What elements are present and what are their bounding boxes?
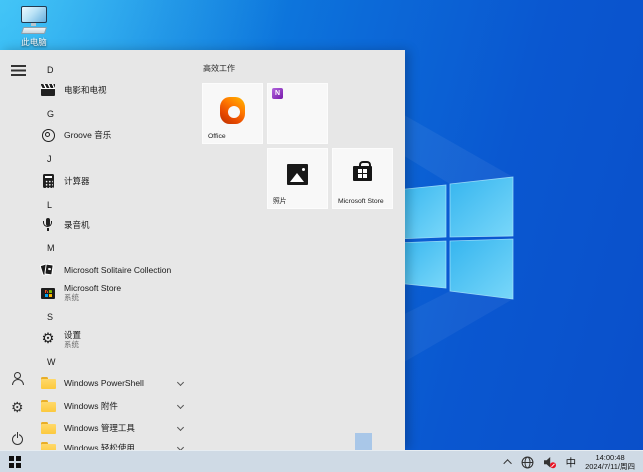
section-letter-d[interactable]: D (36, 59, 202, 81)
app-item-groove-music[interactable]: Groove 音乐 (36, 124, 202, 146)
groove-music-icon (41, 128, 55, 142)
desktop: 此电脑 ⚙ D 电影和电视 G Groove 音乐 J 计算器 L 录音机 M … (0, 0, 643, 472)
chevron-down-icon[interactable] (176, 378, 185, 387)
app-item-settings[interactable]: ⚙ 设置 系统 (36, 324, 202, 354)
section-letter-label: M (47, 243, 55, 253)
app-item-windows-admin-tools[interactable]: Windows 管理工具 (36, 417, 202, 439)
system-tray: 中 14:00:48 2024/7/11/周四 (502, 451, 635, 472)
section-letter-label: W (47, 357, 56, 367)
tile-office[interactable]: Office (202, 83, 263, 144)
app-item-label: Windows 轻松使用 (64, 443, 135, 450)
app-item-calculator[interactable]: 计算器 (36, 170, 202, 192)
app-item-sublabel: 系统 (64, 292, 79, 302)
calculator-icon (42, 174, 54, 188)
chevron-up-icon[interactable] (502, 459, 512, 468)
app-item-label: Windows 附件 (64, 401, 118, 411)
windows-logo-icon (9, 456, 21, 468)
solitaire-cards-icon (39, 262, 56, 278)
start-menu-app-list: D 电影和电视 G Groove 音乐 J 计算器 L 录音机 M Micros… (36, 50, 202, 450)
tile-group-title[interactable]: 高效工作 (203, 63, 235, 74)
tile-label: Microsoft Store (338, 198, 384, 205)
tile-label: 照片 (273, 198, 287, 205)
app-item-label: Windows PowerShell (64, 378, 144, 388)
taskbar-clock[interactable]: 14:00:48 2024/7/11/周四 (585, 453, 635, 471)
photos-icon (287, 164, 308, 185)
app-item-label: 录音机 (64, 220, 90, 230)
section-letter-j[interactable]: J (36, 148, 202, 170)
app-item-windows-powershell[interactable]: Windows PowerShell (36, 372, 202, 394)
clock-date: 2024/7/11/周四 (585, 462, 635, 471)
folder-icon (40, 422, 56, 434)
section-letter-label: J (47, 154, 52, 164)
this-pc-keyboard-icon (20, 27, 48, 34)
folder-icon (40, 377, 56, 389)
app-item-microsoft-store[interactable]: Microsoft Store 系统 (36, 277, 202, 307)
section-letter-l[interactable]: L (36, 194, 202, 216)
start-menu-rail: ⚙ (0, 50, 36, 450)
this-pc-icon (21, 6, 47, 26)
start-button[interactable] (0, 451, 30, 472)
office-logo-icon (220, 97, 245, 124)
taskbar: 中 14:00:48 2024/7/11/周四 (0, 450, 643, 472)
app-item-label: Groove 音乐 (64, 130, 112, 140)
desktop-icon-this-pc[interactable]: 此电脑 (10, 6, 58, 48)
app-item-windows-ease-of-access[interactable]: Windows 轻松使用 (36, 437, 202, 450)
section-letter-g[interactable]: G (36, 103, 202, 125)
app-item-label: 电影和电视 (64, 85, 107, 95)
section-letter-w[interactable]: W (36, 351, 202, 373)
store-bag-color-icon (41, 288, 55, 299)
ime-indicator[interactable]: 中 (566, 455, 577, 470)
power-icon[interactable] (11, 432, 23, 445)
app-item-label: Microsoft Solitaire Collection (64, 265, 172, 275)
section-letter-m[interactable]: M (36, 237, 202, 259)
settings-gear-icon: ⚙ (41, 331, 55, 347)
tile-label: Office (208, 133, 226, 140)
clock-time: 14:00:48 (595, 453, 625, 462)
chevron-down-icon[interactable] (176, 401, 185, 410)
folder-icon (40, 400, 56, 412)
chevron-down-icon[interactable] (176, 423, 185, 432)
speaker-muted-icon[interactable] (543, 456, 557, 469)
tile-microsoft-store[interactable]: Microsoft Store (332, 148, 393, 209)
app-item-voice-recorder[interactable]: 录音机 (36, 214, 202, 236)
section-letter-label: D (47, 65, 54, 75)
section-letter-label: G (47, 109, 55, 119)
gear-icon[interactable]: ⚙ (11, 400, 24, 414)
movies-tv-icon (41, 84, 55, 96)
app-item-label: 计算器 (64, 176, 90, 186)
section-letter-label: L (47, 200, 53, 210)
folder-icon (40, 442, 56, 450)
user-icon[interactable] (11, 372, 24, 385)
app-item-label: Microsoft Store (64, 282, 122, 293)
tile-onenote[interactable]: N (267, 83, 328, 144)
app-item-sublabel: 系统 (64, 339, 79, 349)
section-letter-label: S (47, 312, 54, 322)
app-item-movies-tv[interactable]: 电影和电视 (36, 79, 202, 101)
voice-recorder-icon (40, 217, 56, 233)
app-item-windows-accessories[interactable]: Windows 附件 (36, 395, 202, 417)
app-item-label: Windows 管理工具 (64, 423, 135, 433)
tile-photos[interactable]: 照片 (267, 148, 328, 209)
start-menu: ⚙ D 电影和电视 G Groove 音乐 J 计算器 L 录音机 M Micr… (0, 50, 405, 450)
hamburger-icon[interactable] (11, 65, 26, 67)
onenote-icon: N (272, 88, 283, 99)
partial-tile[interactable] (355, 433, 372, 450)
desktop-icon-label: 此电脑 (21, 37, 47, 47)
app-item-label: 设置 (64, 329, 82, 340)
globe-icon[interactable] (521, 456, 534, 469)
store-bag-icon (353, 161, 372, 181)
